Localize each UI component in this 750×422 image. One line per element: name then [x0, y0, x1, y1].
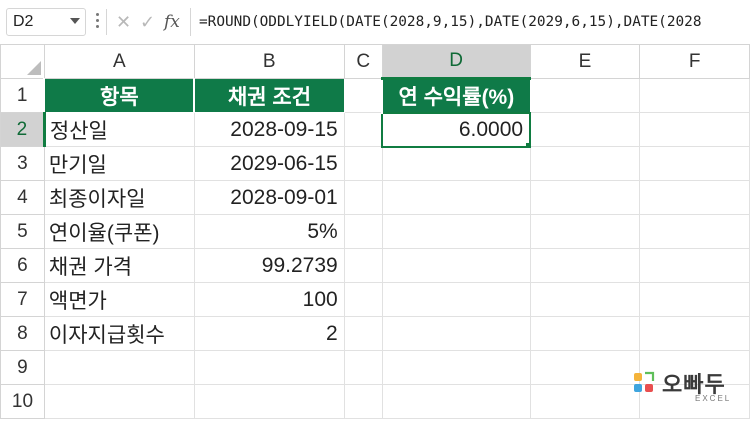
formula-text: =ROUND(ODDLYIELD(DATE(2028,9,15),DATE(20… [199, 14, 702, 30]
cell-e8[interactable] [529, 316, 641, 351]
cell-e10[interactable] [529, 384, 641, 419]
row-header-3[interactable]: 3 [0, 146, 45, 181]
cell-a9[interactable] [43, 350, 195, 385]
cell-e9[interactable] [529, 350, 641, 385]
formula-input[interactable]: =ROUND(ODDLYIELD(DATE(2028,9,15),DATE(20… [190, 8, 750, 36]
cell-a2[interactable]: 정산일 [43, 112, 195, 147]
cell-d1[interactable]: 연 수익률(%) [381, 78, 531, 113]
column-header-d[interactable]: D [381, 44, 531, 80]
cell-e5[interactable] [529, 214, 641, 249]
cell-e3[interactable] [529, 146, 641, 181]
divider [106, 9, 107, 35]
row-header-2[interactable]: 2 [0, 112, 46, 147]
column-header-f[interactable]: F [639, 44, 750, 79]
cell-d2[interactable]: 6.0000 [381, 111, 532, 148]
cell-c3[interactable] [343, 146, 383, 181]
spreadsheet-grid: A B C D E F 1 항목 채권 조건 연 수익률(%) 2 정산일 20… [0, 44, 750, 419]
cell-b8[interactable]: 2 [193, 316, 345, 351]
logo-icon [634, 371, 655, 392]
cell-d10[interactable] [381, 384, 531, 419]
cell-d6[interactable] [381, 248, 531, 283]
cell-d3[interactable] [381, 146, 531, 181]
row-header-1[interactable]: 1 [0, 78, 45, 113]
cell-c2[interactable] [343, 112, 383, 147]
cell-b1[interactable]: 채권 조건 [193, 78, 345, 113]
row-header-5[interactable]: 5 [0, 214, 45, 249]
cell-f2[interactable] [639, 112, 750, 147]
cell-a4[interactable]: 최종이자일 [43, 180, 195, 215]
cell-e7[interactable] [529, 282, 641, 317]
cell-e2[interactable] [529, 112, 641, 147]
column-header-b[interactable]: B [193, 44, 345, 79]
row-header-9[interactable]: 9 [0, 350, 45, 385]
column-header-c[interactable]: C [343, 44, 383, 79]
cell-d5[interactable] [381, 214, 531, 249]
cell-f3[interactable] [639, 146, 750, 181]
column-header-e[interactable]: E [529, 44, 641, 79]
cell-f5[interactable] [639, 214, 750, 249]
row-header-6[interactable]: 6 [0, 248, 45, 283]
cell-d8[interactable] [381, 316, 531, 351]
column-header-a[interactable]: A [43, 44, 195, 79]
cell-d9[interactable] [381, 350, 531, 385]
cell-f4[interactable] [639, 180, 750, 215]
cell-b9[interactable] [193, 350, 345, 385]
check-icon[interactable]: ✓ [140, 10, 155, 34]
row-header-7[interactable]: 7 [0, 282, 45, 317]
cell-c7[interactable] [343, 282, 383, 317]
cell-a7[interactable]: 액면가 [43, 282, 195, 317]
cell-a8[interactable]: 이자지급횟수 [43, 316, 195, 351]
cell-d7[interactable] [381, 282, 531, 317]
cell-c1[interactable] [343, 78, 383, 113]
cell-b7[interactable]: 100 [193, 282, 345, 317]
cell-f6[interactable] [639, 248, 750, 283]
cell-e6[interactable] [529, 248, 641, 283]
cell-b3[interactable]: 2029-06-15 [193, 146, 345, 181]
cell-f1[interactable] [639, 78, 750, 113]
chevron-down-icon[interactable] [70, 18, 80, 24]
cell-c10[interactable] [343, 384, 383, 419]
name-box-value: D2 [13, 13, 34, 30]
cell-f8[interactable] [639, 316, 750, 351]
cell-a3[interactable]: 만기일 [43, 146, 195, 181]
brand-logo: 오빠두 EXCEL [633, 366, 743, 404]
cell-b10[interactable] [193, 384, 345, 419]
cell-e1[interactable] [529, 78, 641, 113]
cell-e4[interactable] [529, 180, 641, 215]
cell-b2[interactable]: 2028-09-15 [193, 112, 345, 147]
select-all-corner[interactable] [0, 44, 45, 79]
cell-d2-value: 6.0000 [458, 117, 524, 141]
cell-d4[interactable] [381, 180, 531, 215]
cell-b4[interactable]: 2028-09-01 [193, 180, 345, 215]
cell-b5[interactable]: 5% [193, 214, 345, 249]
logo-subtext: EXCEL [695, 394, 732, 403]
cell-a10[interactable] [43, 384, 195, 419]
cell-a6[interactable]: 채권 가격 [43, 248, 195, 283]
cell-c8[interactable] [343, 316, 383, 351]
row-header-8[interactable]: 8 [0, 316, 45, 351]
more-vertical-icon[interactable] [96, 13, 100, 31]
formula-bar: D2 ✕ ✓ fx =ROUND(ODDLYIELD(DATE(2028,9,1… [0, 0, 750, 45]
cell-f7[interactable] [639, 282, 750, 317]
fill-handle[interactable] [525, 141, 529, 145]
cancel-icon[interactable]: ✕ [116, 10, 131, 34]
row-header-4[interactable]: 4 [0, 180, 45, 215]
formula-actions: ✕ ✓ fx [110, 8, 186, 36]
cell-c4[interactable] [343, 180, 383, 215]
cell-b6[interactable]: 99.2739 [193, 248, 345, 283]
cell-c9[interactable] [343, 350, 383, 385]
cell-a5[interactable]: 연이율(쿠폰) [43, 214, 195, 249]
insert-function-icon[interactable]: fx [164, 10, 180, 34]
cell-c5[interactable] [343, 214, 383, 249]
row-header-10[interactable]: 10 [0, 384, 45, 419]
cell-c6[interactable] [343, 248, 383, 283]
cell-a1[interactable]: 항목 [43, 78, 195, 113]
